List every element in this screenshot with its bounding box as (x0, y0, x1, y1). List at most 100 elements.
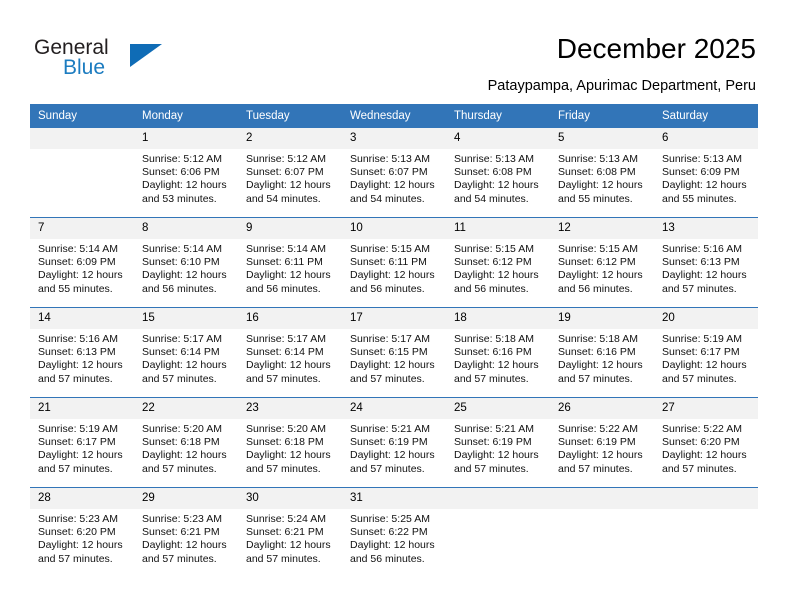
calendar-day-cell[interactable]: 1 Sunrise: 5:12 AM Sunset: 6:06 PM Daylight… (134, 128, 238, 210)
calendar-day-cell[interactable]: 9 Sunrise: 5:14 AM Sunset: 6:11 PM Daylight… (238, 218, 342, 300)
sunrise-text: Sunrise: 5:17 AM (350, 333, 430, 345)
calendar-day-cell-empty (550, 488, 654, 570)
daylight-text-line1: Daylight: 12 hours (662, 269, 747, 282)
calendar-day-cell[interactable]: 3 Sunrise: 5:13 AM Sunset: 6:07 PM Daylight… (342, 128, 446, 210)
day-number: 7 (30, 218, 134, 239)
day-number: 28 (30, 488, 134, 509)
daylight-text-line1: Daylight: 12 hours (558, 449, 643, 462)
calendar-day-cell[interactable]: 14 Sunrise: 5:16 AM Sunset: 6:13 PM Dayligh… (30, 308, 134, 390)
sunset-text: Sunset: 6:15 PM (350, 346, 428, 359)
daylight-text-line1: Daylight: 12 hours (246, 359, 331, 372)
daylight-text-line1: Daylight: 12 hours (558, 179, 643, 192)
daylight-text-line2: and 57 minutes. (38, 372, 113, 385)
daylight-text-line1: Daylight: 12 hours (246, 449, 331, 462)
calendar-day-cell[interactable]: 15 Sunrise: 5:17 AM Sunset: 6:14 PM Dayligh… (134, 308, 238, 390)
daylight-text-line1: Daylight: 12 hours (38, 539, 123, 552)
daylight-text-line2: and 57 minutes. (142, 372, 217, 385)
calendar-day-cell[interactable]: 17 Sunrise: 5:17 AM Sunset: 6:15 PM Dayligh… (342, 308, 446, 390)
calendar-day-cell[interactable]: 18 Sunrise: 5:18 AM Sunset: 6:16 PM Dayligh… (446, 308, 550, 390)
daylight-text-line1: Daylight: 12 hours (142, 539, 227, 552)
daylight-text-line1: Daylight: 12 hours (142, 359, 227, 372)
calendar-day-cell[interactable]: 12 Sunrise: 5:15 AM Sunset: 6:12 PM Dayligh… (550, 218, 654, 300)
day-number: 1 (134, 128, 238, 149)
sunset-text: Sunset: 6:18 PM (246, 436, 324, 449)
daylight-text-line2: and 55 minutes. (38, 282, 113, 295)
calendar-day-cell[interactable]: 7 Sunrise: 5:14 AM Sunset: 6:09 PM Daylight… (30, 218, 134, 300)
sunset-text: Sunset: 6:11 PM (246, 256, 323, 269)
day-number: 10 (342, 218, 446, 239)
day-number: 3 (342, 128, 446, 149)
calendar-day-cell[interactable]: 30 Sunrise: 5:24 AM Sunset: 6:21 PM Dayligh… (238, 488, 342, 570)
sunset-text: Sunset: 6:09 PM (38, 256, 116, 269)
calendar-day-cell[interactable]: 27 Sunrise: 5:22 AM Sunset: 6:20 PM Dayligh… (654, 398, 758, 480)
day-sun-info: Sunrise: 5:13 AM Sunset: 6:07 PM Daylight:… (342, 149, 446, 206)
day-number: 11 (446, 218, 550, 239)
daylight-text-line2: and 53 minutes. (142, 192, 217, 205)
daylight-text-line1: Daylight: 12 hours (662, 179, 747, 192)
calendar-day-cell[interactable]: 31 Sunrise: 5:25 AM Sunset: 6:22 PM Dayligh… (342, 488, 446, 570)
sunrise-text: Sunrise: 5:19 AM (662, 333, 742, 345)
day-number (30, 128, 134, 149)
calendar-day-cell[interactable]: 29 Sunrise: 5:23 AM Sunset: 6:21 PM Dayligh… (134, 488, 238, 570)
calendar-day-cell[interactable]: 22 Sunrise: 5:20 AM Sunset: 6:18 PM Dayligh… (134, 398, 238, 480)
day-number: 16 (238, 308, 342, 329)
calendar-day-cell-empty (654, 488, 758, 570)
brand-name-blue: Blue (63, 56, 106, 79)
daylight-text-line1: Daylight: 12 hours (350, 179, 435, 192)
sunrise-text: Sunrise: 5:23 AM (142, 513, 222, 525)
calendar-day-cell[interactable]: 16 Sunrise: 5:17 AM Sunset: 6:14 PM Dayligh… (238, 308, 342, 390)
calendar-day-cell[interactable]: 5 Sunrise: 5:13 AM Sunset: 6:08 PM Daylight… (550, 128, 654, 210)
calendar-day-cell[interactable]: 24 Sunrise: 5:21 AM Sunset: 6:19 PM Dayligh… (342, 398, 446, 480)
day-number: 6 (654, 128, 758, 149)
sunset-text: Sunset: 6:16 PM (558, 346, 636, 359)
day-number: 13 (654, 218, 758, 239)
weekday-header-wednesday: Wednesday (342, 104, 446, 128)
calendar-day-cell[interactable]: 13 Sunrise: 5:16 AM Sunset: 6:13 PM Dayligh… (654, 218, 758, 300)
day-number: 26 (550, 398, 654, 419)
day-number (550, 488, 654, 509)
calendar-day-cell[interactable]: 23 Sunrise: 5:20 AM Sunset: 6:18 PM Dayligh… (238, 398, 342, 480)
sunset-text: Sunset: 6:08 PM (454, 166, 532, 179)
day-sun-info: Sunrise: 5:15 AM Sunset: 6:12 PM Daylight:… (550, 239, 654, 296)
sunset-text: Sunset: 6:22 PM (350, 526, 428, 539)
calendar-day-cell[interactable]: 25 Sunrise: 5:21 AM Sunset: 6:19 PM Dayligh… (446, 398, 550, 480)
sunrise-text: Sunrise: 5:24 AM (246, 513, 326, 525)
day-sun-info: Sunrise: 5:22 AM Sunset: 6:20 PM Daylight:… (654, 419, 758, 476)
calendar-day-cell[interactable]: 28 Sunrise: 5:23 AM Sunset: 6:20 PM Dayligh… (30, 488, 134, 570)
daylight-text-line1: Daylight: 12 hours (350, 359, 435, 372)
daylight-text-line1: Daylight: 12 hours (142, 449, 227, 462)
day-number: 12 (550, 218, 654, 239)
week-separator-cell (30, 300, 758, 308)
sunrise-text: Sunrise: 5:18 AM (558, 333, 638, 345)
calendar-day-cell[interactable]: 6 Sunrise: 5:13 AM Sunset: 6:09 PM Daylight… (654, 128, 758, 210)
calendar-day-cell[interactable]: 26 Sunrise: 5:22 AM Sunset: 6:19 PM Dayligh… (550, 398, 654, 480)
brand-logo[interactable]: General Blue (34, 36, 214, 86)
sunrise-text: Sunrise: 5:19 AM (38, 423, 118, 435)
calendar-day-cell[interactable]: 10 Sunrise: 5:15 AM Sunset: 6:11 PM Dayligh… (342, 218, 446, 300)
day-number: 25 (446, 398, 550, 419)
brand-triangle-icon (130, 44, 162, 67)
week-separator (30, 390, 758, 398)
calendar-day-cell[interactable]: 2 Sunrise: 5:12 AM Sunset: 6:07 PM Daylight… (238, 128, 342, 210)
day-sun-info: Sunrise: 5:17 AM Sunset: 6:15 PM Daylight:… (342, 329, 446, 386)
sunset-text: Sunset: 6:08 PM (558, 166, 636, 179)
daylight-text-line2: and 57 minutes. (558, 462, 633, 475)
calendar-day-cell-empty (30, 128, 134, 210)
day-number: 9 (238, 218, 342, 239)
calendar-day-cell[interactable]: 20 Sunrise: 5:19 AM Sunset: 6:17 PM Dayligh… (654, 308, 758, 390)
calendar-day-cell[interactable]: 11 Sunrise: 5:15 AM Sunset: 6:12 PM Dayligh… (446, 218, 550, 300)
daylight-text-line2: and 57 minutes. (662, 372, 737, 385)
day-sun-info: Sunrise: 5:12 AM Sunset: 6:07 PM Daylight:… (238, 149, 342, 206)
day-sun-info: Sunrise: 5:25 AM Sunset: 6:22 PM Daylight:… (342, 509, 446, 566)
sunset-text: Sunset: 6:19 PM (454, 436, 532, 449)
calendar-day-cell[interactable]: 4 Sunrise: 5:13 AM Sunset: 6:08 PM Daylight… (446, 128, 550, 210)
calendar-day-cell[interactable]: 8 Sunrise: 5:14 AM Sunset: 6:10 PM Daylight… (134, 218, 238, 300)
sunset-text: Sunset: 6:19 PM (350, 436, 428, 449)
daylight-text-line1: Daylight: 12 hours (662, 449, 747, 462)
sunrise-text: Sunrise: 5:16 AM (662, 243, 742, 255)
calendar-day-cell[interactable]: 21 Sunrise: 5:19 AM Sunset: 6:17 PM Dayligh… (30, 398, 134, 480)
daylight-text-line2: and 57 minutes. (142, 462, 217, 475)
daylight-text-line2: and 57 minutes. (454, 462, 529, 475)
calendar-day-cell[interactable]: 19 Sunrise: 5:18 AM Sunset: 6:16 PM Dayligh… (550, 308, 654, 390)
sunrise-text: Sunrise: 5:17 AM (246, 333, 326, 345)
